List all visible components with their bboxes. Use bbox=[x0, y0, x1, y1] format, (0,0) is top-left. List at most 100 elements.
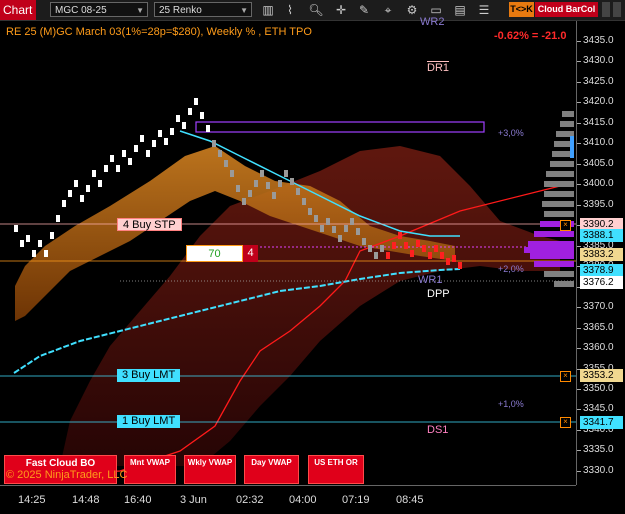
renko-brick bbox=[248, 190, 252, 197]
renko-brick bbox=[236, 185, 240, 192]
price-tick: 3420.0 bbox=[577, 96, 614, 108]
renko-brick bbox=[308, 208, 312, 215]
renko-brick bbox=[296, 188, 300, 195]
renko-brick bbox=[416, 240, 420, 247]
price-tick: 3345.0 bbox=[577, 403, 614, 415]
renko-brick bbox=[152, 140, 156, 147]
renko-brick bbox=[104, 165, 108, 172]
time-tick: 3 Jun bbox=[180, 494, 207, 506]
close-button[interactable] bbox=[613, 2, 621, 17]
renko-brick bbox=[452, 255, 456, 262]
renko-brick bbox=[68, 190, 72, 197]
price-tick: 3400.0 bbox=[577, 178, 614, 190]
price-tick: 3395.0 bbox=[577, 198, 614, 210]
renko-brick bbox=[182, 122, 186, 129]
bar-type-value: 25 Renko bbox=[159, 5, 202, 16]
chevron-down-icon: ▼ bbox=[136, 6, 144, 15]
renko-brick bbox=[290, 178, 294, 185]
time-tick: 02:32 bbox=[236, 494, 264, 506]
zoom-icon[interactable]: 🔍︎ bbox=[308, 2, 324, 18]
strategy-icon[interactable]: ⚙ bbox=[404, 2, 420, 18]
renko-brick bbox=[74, 180, 78, 187]
tpo-bar bbox=[524, 247, 574, 253]
tpo-bar bbox=[528, 241, 574, 247]
renko-brick bbox=[356, 228, 360, 235]
price-tick: 3360.0 bbox=[577, 342, 614, 354]
tpo-bar bbox=[550, 161, 574, 167]
position-count[interactable]: 4 bbox=[243, 245, 258, 262]
pct2-label: +2,0% bbox=[498, 264, 524, 274]
renko-brick bbox=[116, 165, 120, 172]
price-tick: 3370.0 bbox=[577, 301, 614, 313]
close-icon[interactable]: × bbox=[560, 371, 571, 382]
renko-brick bbox=[392, 242, 396, 249]
price-label: 3383.2 bbox=[580, 248, 623, 261]
renko-brick bbox=[140, 135, 144, 142]
renko-brick bbox=[254, 180, 258, 187]
cloud-barcol-button[interactable]: Cloud BarCol bbox=[535, 2, 598, 17]
position-quantity[interactable]: 70 bbox=[186, 245, 243, 262]
us-eth-or-button[interactable]: US ETH OR bbox=[308, 455, 364, 484]
renko-brick bbox=[404, 242, 408, 249]
order-buy-limit-3[interactable]: 3 Buy LMT bbox=[117, 369, 181, 382]
tpo-bar bbox=[562, 111, 574, 117]
renko-brick bbox=[206, 125, 210, 132]
order-buy-stop[interactable]: 4 Buy STP bbox=[117, 218, 182, 231]
bar-chart-icon[interactable]: ▥ bbox=[260, 2, 276, 18]
renko-brick bbox=[320, 225, 324, 232]
renko-brick bbox=[284, 170, 288, 177]
renko-brick bbox=[314, 215, 318, 222]
time-axis[interactable]: 14:25 14:48 16:40 3 Jun 02:32 04:00 07:19 08:45 bbox=[0, 485, 576, 514]
renko-brick bbox=[230, 170, 234, 177]
renko-brick bbox=[50, 232, 54, 239]
instrument-selector[interactable]: MGC 08-25 ▼ bbox=[50, 2, 148, 17]
renko-brick bbox=[386, 252, 390, 259]
day-vwap-button[interactable]: Day VWAP bbox=[244, 455, 299, 484]
ds1-label: DS1 bbox=[427, 424, 449, 436]
instrument-value: MGC 08-25 bbox=[55, 5, 107, 16]
bar-type-selector[interactable]: 25 Renko ▼ bbox=[154, 2, 252, 17]
renko-brick bbox=[380, 245, 384, 252]
renko-brick bbox=[338, 235, 342, 242]
price-tick: 3415.0 bbox=[577, 116, 614, 128]
data-box-icon[interactable]: ▤ bbox=[452, 2, 468, 18]
tpo-poc-marker bbox=[570, 136, 574, 158]
tok-button[interactable]: T<>K bbox=[509, 2, 534, 17]
renko-brick bbox=[170, 128, 174, 135]
renko-brick bbox=[86, 185, 90, 192]
tpo-bar bbox=[560, 121, 574, 127]
time-tick: 08:45 bbox=[396, 494, 424, 506]
minimize-button[interactable] bbox=[602, 2, 610, 17]
price-label: 3388.1 bbox=[580, 229, 623, 242]
drawing-tool-icon[interactable]: ✎ bbox=[356, 2, 372, 18]
time-tick: 14:48 bbox=[72, 494, 100, 506]
renko-brick bbox=[398, 232, 402, 239]
mnt-vwap-button[interactable]: Mnt VWAP bbox=[124, 455, 176, 484]
order-buy-limit-1[interactable]: 1 Buy LMT bbox=[117, 415, 181, 428]
properties-icon[interactable]: ☰ bbox=[476, 2, 492, 18]
renko-brick bbox=[38, 240, 42, 247]
renko-brick bbox=[422, 245, 426, 252]
close-icon[interactable]: × bbox=[560, 220, 571, 231]
close-icon[interactable]: × bbox=[560, 417, 571, 428]
indicator-icon[interactable]: ⌇ bbox=[282, 2, 298, 18]
renko-brick bbox=[218, 150, 222, 157]
copyright-text: © 2025 NinjaTrader, LLC bbox=[6, 469, 128, 481]
renko-brick bbox=[446, 258, 450, 265]
cursor-icon[interactable]: ⌖ bbox=[380, 2, 396, 18]
wkly-vwap-button[interactable]: Wkly VWAP bbox=[184, 455, 236, 484]
crosshair-icon[interactable]: ✛ bbox=[333, 2, 349, 18]
renko-brick bbox=[242, 198, 246, 205]
time-tick: 14:25 bbox=[18, 494, 46, 506]
price-change: -0.62% = -21.0 bbox=[494, 30, 567, 42]
renko-brick bbox=[344, 225, 348, 232]
price-label: 3341.7 bbox=[580, 416, 623, 429]
renko-brick bbox=[428, 252, 432, 259]
time-tick: 07:19 bbox=[342, 494, 370, 506]
price-chart[interactable] bbox=[0, 21, 576, 485]
renko-brick bbox=[200, 112, 204, 119]
chart-menu-button[interactable]: Chart bbox=[0, 0, 36, 20]
renko-brick bbox=[62, 200, 66, 207]
chart-toolbar: Chart MGC 08-25 ▼ 25 Renko ▼ ▥ ⌇ 🔍︎ ✛ ✎ ⌖ … bbox=[0, 0, 625, 21]
price-label: 3376.2 bbox=[580, 276, 623, 289]
